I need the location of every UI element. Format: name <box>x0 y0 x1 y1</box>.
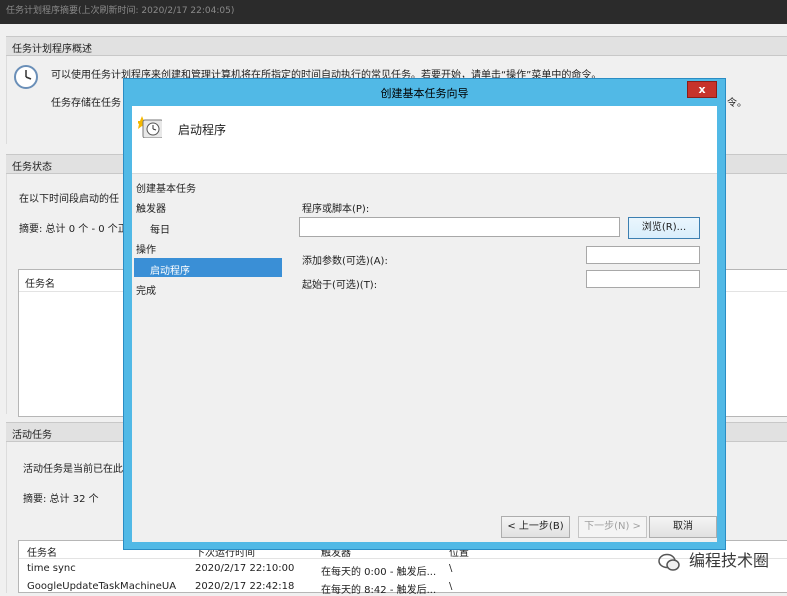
table-cell: 2020/2/17 22:10:00 <box>195 563 295 574</box>
cancel-button[interactable]: 取消 <box>649 516 717 538</box>
status-line1: 在以下时间段启动的任 <box>19 194 119 205</box>
start-in-input[interactable] <box>586 270 700 288</box>
nav-step-start-program[interactable]: 启动程序 <box>150 262 190 277</box>
back-button-label: < 上一步(B) <box>507 521 564 532</box>
arguments-input[interactable] <box>586 246 700 264</box>
next-button[interactable]: 下一步(N) > <box>578 516 647 538</box>
table-cell: 2020/2/17 22:42:18 <box>195 581 295 592</box>
table-cell: \ <box>449 563 453 574</box>
watermark: 编程技术圈 <box>658 547 769 573</box>
nav-step-finish[interactable]: 完成 <box>136 282 156 297</box>
dialog-client-area: 启动程序 创建基本任务 触发器 每日 操作 启动程序 完成 程序或脚本(P): … <box>132 106 717 542</box>
column-header[interactable]: 任务名 <box>27 544 57 559</box>
dialog-banner: 启动程序 <box>132 106 717 174</box>
table-cell: GoogleUpdateTaskMachineUA <box>27 581 177 592</box>
window-title: 任务计划程序摘要(上次刷新时间: 2020/2/17 22:04:05) <box>6 6 235 16</box>
banner-title: 启动程序 <box>178 123 227 137</box>
active-summary: 摘要: 总计 32 个 <box>23 494 99 505</box>
create-basic-task-dialog: 创建基本任务向导 x 启动程序 创建基本任务 触发器 每日 操作 启动程序 完成… <box>123 78 726 550</box>
program-label: 程序或脚本(P): <box>302 204 370 215</box>
overview-line2-start: 任务存储在任务 <box>51 98 121 109</box>
next-button-label: 下一步(N) > <box>584 521 641 532</box>
clock-icon <box>14 65 38 89</box>
nav-step-daily[interactable]: 每日 <box>150 221 170 236</box>
active-line1: 活动任务是当前已在此 <box>23 464 123 475</box>
cancel-button-label: 取消 <box>673 521 693 532</box>
browse-button-label: 浏览(R)... <box>641 222 687 233</box>
arguments-label: 添加参数(可选)(A): <box>302 256 388 267</box>
close-icon: x <box>698 83 706 96</box>
table-cell: 在每天的 0:00 - 触发后... <box>321 567 437 578</box>
back-button[interactable]: < 上一步(B) <box>501 516 570 538</box>
task-name-column: 任务名 <box>25 279 55 290</box>
nav-step-trigger[interactable]: 触发器 <box>136 200 166 215</box>
overview-section-header[interactable]: 任务计划程序概述 <box>6 36 787 56</box>
table-cell: \ <box>449 581 453 592</box>
nav-step-create[interactable]: 创建基本任务 <box>136 180 196 195</box>
start-in-label: 起始于(可选)(T): <box>302 280 378 291</box>
browse-button[interactable]: 浏览(R)... <box>628 217 700 239</box>
table-cell: time sync <box>27 563 76 574</box>
overview-line2-end: 令。 <box>727 98 747 109</box>
status-header-label: 任务状态 <box>12 162 52 173</box>
table-cell: 在每天的 8:42 - 触发后... <box>321 585 437 596</box>
nav-step-action[interactable]: 操作 <box>136 241 156 256</box>
task-clock-icon <box>138 116 162 138</box>
close-button[interactable]: x <box>687 81 717 98</box>
window-titlebar: 任务计划程序摘要(上次刷新时间: 2020/2/17 22:04:05) <box>0 0 787 24</box>
wechat-icon <box>658 553 680 571</box>
dialog-titlebar[interactable]: 创建基本任务向导 <box>124 79 725 105</box>
status-summary: 摘要: 总计 0 个 - 0 个正 <box>19 224 128 235</box>
dialog-title: 创建基本任务向导 <box>380 87 469 100</box>
watermark-text: 编程技术圈 <box>688 551 769 570</box>
program-input[interactable] <box>299 217 620 237</box>
overview-header-label: 任务计划程序概述 <box>12 44 92 55</box>
active-header-label: 活动任务 <box>12 430 52 441</box>
